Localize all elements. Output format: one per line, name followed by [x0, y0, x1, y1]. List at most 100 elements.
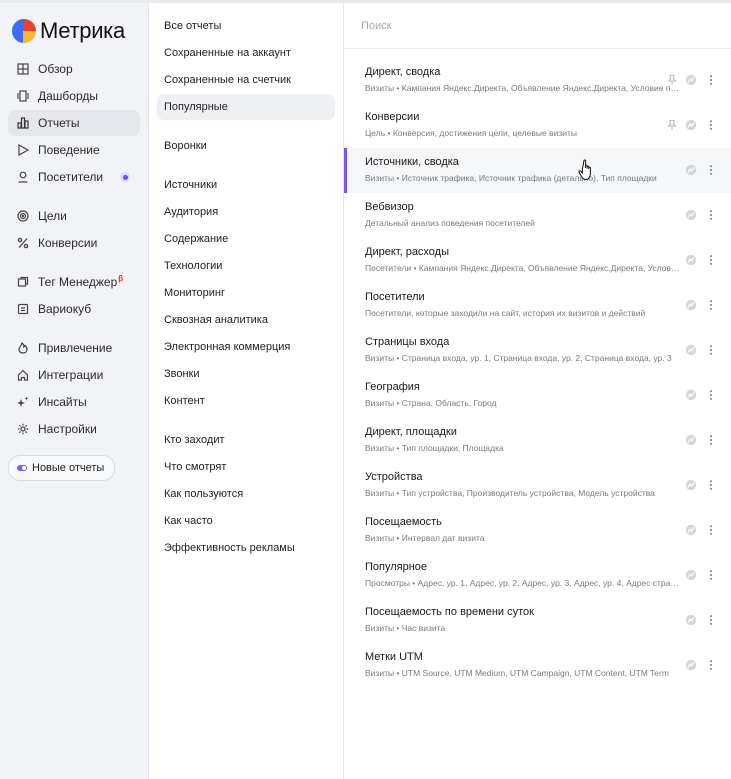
new-reports-toggle[interactable]: Новые отчеты: [8, 455, 116, 481]
share-icon[interactable]: [685, 299, 697, 311]
report-subtitle: Визиты • Страна, Область, Город: [365, 398, 497, 408]
category-saved-account[interactable]: Сохраненные на аккаунт: [157, 40, 335, 66]
share-icon[interactable]: [685, 479, 697, 491]
share-icon[interactable]: [685, 209, 697, 221]
category-content-analytics[interactable]: Контент: [157, 388, 335, 414]
search-input[interactable]: [359, 18, 713, 33]
sidebar-item-variocube[interactable]: Вариокуб: [8, 296, 140, 322]
pin-icon[interactable]: [666, 74, 678, 86]
category-how-often[interactable]: Как часто: [157, 508, 335, 534]
category-all-reports[interactable]: Все отчеты: [157, 13, 335, 39]
sidebar-item-insights[interactable]: Инсайты: [8, 389, 140, 415]
sidebar-item-overview[interactable]: Обзор: [8, 56, 140, 82]
share-icon[interactable]: [685, 524, 697, 536]
more-menu-icon[interactable]: [705, 614, 717, 626]
report-subtitle: Детальный анализ поведения посетителей: [365, 218, 535, 228]
category-calls[interactable]: Звонки: [157, 361, 335, 387]
report-title: География: [365, 381, 420, 393]
more-menu-icon[interactable]: [705, 344, 717, 356]
category-end-to-end-analytics[interactable]: Сквозная аналитика: [157, 307, 335, 333]
sidebar-item-label: Настройки: [38, 422, 97, 436]
report-row[interactable]: Метки UTM Визиты • UTM Source, UTM Medium…: [344, 643, 731, 688]
report-row[interactable]: Источники, сводка Визиты • Источник трафи…: [344, 148, 731, 193]
sidebar-item-conversions[interactable]: Конверсии: [8, 230, 140, 256]
report-row[interactable]: Посетители Посетители, которые заходили н…: [344, 283, 731, 328]
report-title: Страницы входа: [365, 336, 450, 348]
report-row[interactable]: Вебвизор Детальный анализ поведения посет…: [344, 193, 731, 238]
more-menu-icon[interactable]: [705, 524, 717, 536]
more-menu-icon[interactable]: [705, 119, 717, 131]
sidebar-item-label: Дашборды: [38, 89, 98, 103]
category-funnels[interactable]: Воронки: [157, 133, 335, 159]
category-technologies[interactable]: Технологии: [157, 253, 335, 279]
share-icon[interactable]: [685, 659, 697, 671]
report-row[interactable]: География Визиты • Страна, Область, Город: [344, 373, 731, 418]
report-title: Популярное: [365, 561, 428, 573]
sidebar-item-tag-manager[interactable]: Тег Менеджерβ: [8, 269, 140, 295]
share-icon[interactable]: [685, 254, 697, 266]
report-row[interactable]: Директ, площадки Визиты • Тип площадки, П…: [344, 418, 731, 463]
sidebar-item-acquisition[interactable]: Привлечение: [8, 335, 140, 361]
pin-icon[interactable]: [666, 119, 678, 131]
sidebar-item-label: Цели: [38, 209, 67, 223]
logo[interactable]: Метрика: [12, 18, 125, 44]
more-menu-icon[interactable]: [705, 569, 717, 581]
more-menu-icon[interactable]: [705, 254, 717, 266]
share-icon[interactable]: [685, 569, 697, 581]
sidebar-item-behavior[interactable]: Поведение: [8, 137, 140, 163]
sidebar-item-reports[interactable]: Отчеты: [8, 110, 140, 136]
report-subtitle: Визиты • Тип устройства, Производитель у…: [365, 488, 655, 498]
sidebar-item-dashboards[interactable]: Дашборды: [8, 83, 140, 109]
person-icon: [17, 171, 29, 183]
sidebar-item-label: Поведение: [38, 143, 100, 157]
category-what-they-view[interactable]: Что смотрят: [157, 454, 335, 480]
category-sources[interactable]: Источники: [157, 172, 335, 198]
more-menu-icon[interactable]: [705, 659, 717, 671]
report-row[interactable]: Посещаемость Визиты • Интервал дат визита: [344, 508, 731, 553]
report-title: Устройства: [365, 471, 423, 483]
more-menu-icon[interactable]: [705, 299, 717, 311]
report-row[interactable]: Страницы входа Визиты • Страница входа, у…: [344, 328, 731, 373]
more-menu-icon[interactable]: [705, 479, 717, 491]
play-icon: [17, 144, 29, 156]
reports-panel: Директ, сводка Визиты • Кампания Яндекс.Д…: [344, 3, 731, 779]
sidebar-item-goals[interactable]: Цели: [8, 203, 140, 229]
share-icon[interactable]: [685, 434, 697, 446]
category-ad-effectiveness[interactable]: Эффективность рекламы: [157, 535, 335, 561]
category-who-visits[interactable]: Кто заходит: [157, 427, 335, 453]
share-icon[interactable]: [685, 74, 697, 86]
sidebar-item-integrations[interactable]: Интеграции: [8, 362, 140, 388]
share-icon[interactable]: [685, 344, 697, 356]
share-icon[interactable]: [685, 164, 697, 176]
report-row[interactable]: Посещаемость по времени суток Визиты • Ча…: [344, 598, 731, 643]
category-monitoring[interactable]: Мониторинг: [157, 280, 335, 306]
more-menu-icon[interactable]: [705, 389, 717, 401]
sidebar-item-settings[interactable]: Настройки: [8, 416, 140, 442]
report-row[interactable]: Популярное Просмотры • Адрес, ур. 1, Адре…: [344, 553, 731, 598]
puzzle-icon: [17, 369, 29, 381]
category-audience[interactable]: Аудитория: [157, 199, 335, 225]
report-title: Посещаемость по времени суток: [365, 606, 534, 618]
report-row[interactable]: Конверсии Цель • Конверсия, достижения це…: [344, 103, 731, 148]
sidebar-item-visitors[interactable]: Посетители: [8, 164, 140, 190]
category-ecommerce[interactable]: Электронная коммерция: [157, 334, 335, 360]
report-row[interactable]: Директ, сводка Визиты • Кампания Яндекс.Д…: [344, 58, 731, 103]
report-subtitle: Просмотры • Адрес, ур. 1, Адрес, ур. 2, …: [365, 578, 680, 588]
more-menu-icon[interactable]: [705, 74, 717, 86]
share-icon[interactable]: [685, 389, 697, 401]
report-subtitle: Визиты • Тип площадки, Площадка: [365, 443, 504, 453]
share-icon[interactable]: [685, 614, 697, 626]
more-menu-icon[interactable]: [705, 434, 717, 446]
target-icon: [17, 210, 29, 222]
category-popular[interactable]: Популярные: [157, 94, 335, 120]
more-menu-icon[interactable]: [705, 209, 717, 221]
dashboard-icon: [17, 90, 29, 102]
category-content[interactable]: Содержание: [157, 226, 335, 252]
category-how-they-use[interactable]: Как пользуются: [157, 481, 335, 507]
report-row[interactable]: Директ, расходы Посетители • Кампания Янд…: [344, 238, 731, 283]
report-subtitle: Посетители • Кампания Яндекс.Директа, Об…: [365, 263, 680, 273]
share-icon[interactable]: [685, 119, 697, 131]
report-row[interactable]: Устройства Визиты • Тип устройства, Произ…: [344, 463, 731, 508]
category-saved-counter[interactable]: Сохраненные на счетчик: [157, 67, 335, 93]
more-menu-icon[interactable]: [705, 164, 717, 176]
